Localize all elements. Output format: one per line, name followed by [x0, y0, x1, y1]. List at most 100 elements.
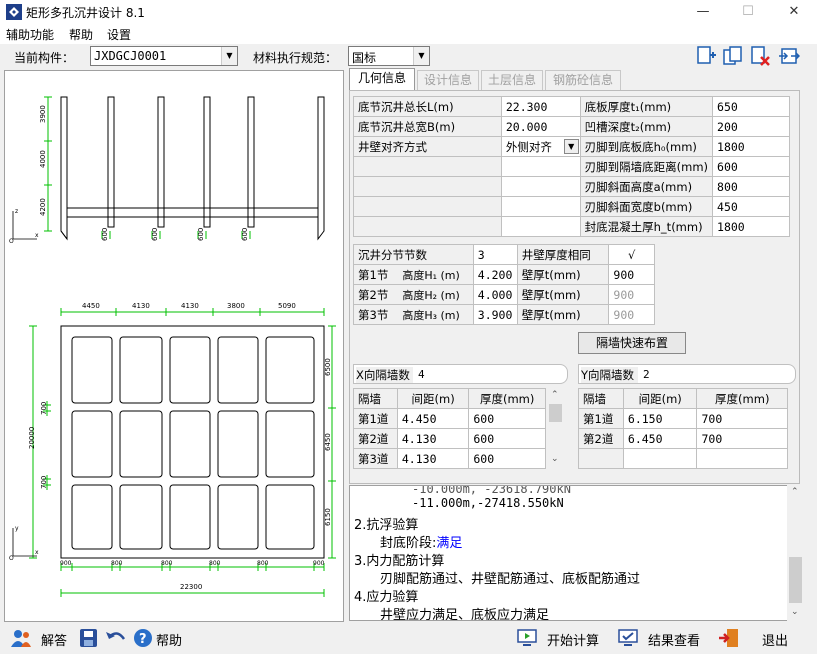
- wall-spacing[interactable]: 4.450: [396, 408, 470, 429]
- log-line-partial: -10.000m, -23618.790kN: [412, 485, 571, 496]
- result-log[interactable]: -10.000m, -23618.790kN -11.000m,-27418.5…: [349, 485, 804, 621]
- log-scrollbar[interactable]: ⌃ ⌄: [787, 485, 804, 621]
- geometry-param-value[interactable]: 600: [712, 156, 790, 177]
- scroll-thumb[interactable]: [549, 404, 562, 422]
- plan-bottom-dim-4: 800: [209, 560, 221, 567]
- app-logo-icon: [6, 4, 22, 20]
- wall-spacing[interactable]: 4.130: [396, 448, 470, 469]
- menu-help[interactable]: 帮助: [69, 26, 93, 43]
- tab-soil[interactable]: 土层信息: [481, 70, 543, 90]
- x-wall-count-input[interactable]: 4: [418, 368, 425, 381]
- section-height-input[interactable]: 4.200: [472, 264, 518, 285]
- geometry-param-value[interactable]: [500, 196, 581, 217]
- exit-icon[interactable]: [718, 628, 740, 648]
- alignment-select[interactable]: 外侧对齐 ▼: [500, 136, 581, 157]
- geometry-param-value[interactable]: 22.300: [500, 96, 581, 117]
- scroll-up-icon[interactable]: ⌃: [791, 487, 799, 497]
- component-select[interactable]: JXDGCJ0001 ▼: [90, 46, 238, 66]
- wall-spacing[interactable]: 6.450: [622, 428, 698, 449]
- same-thickness-check[interactable]: √: [608, 244, 655, 265]
- spec-value: 国标: [352, 51, 377, 65]
- section-count-value[interactable]: 3: [472, 244, 518, 265]
- view-results-button[interactable]: 结果查看: [648, 630, 700, 649]
- geometry-param-value[interactable]: 20.000: [500, 116, 581, 137]
- thickness-label: 壁厚t(mm): [516, 284, 610, 305]
- geometry-param-label: [353, 156, 502, 177]
- y-wall-count-input[interactable]: 2: [643, 368, 650, 381]
- menu-assist[interactable]: 辅助功能: [6, 26, 54, 43]
- scroll-down-icon[interactable]: ⌄: [551, 454, 559, 464]
- chevron-down-icon[interactable]: ▼: [563, 139, 579, 154]
- geometry-param-value[interactable]: 200: [712, 116, 790, 137]
- plan-top-dim-3: 4130: [181, 302, 199, 310]
- export-icon[interactable]: [778, 45, 800, 67]
- undo-icon[interactable]: [104, 628, 126, 648]
- section-name: 第3节 高度H₃ (m): [353, 304, 474, 325]
- scroll-down-icon[interactable]: ⌄: [791, 607, 799, 617]
- tab-design[interactable]: 设计信息: [417, 70, 479, 90]
- plan-top-dim-4: 3800: [227, 302, 245, 310]
- computer-icon[interactable]: [516, 628, 538, 648]
- geometry-param-value[interactable]: 800: [712, 176, 790, 197]
- minimize-button[interactable]: —: [680, 0, 726, 24]
- section-thickness-input: 900: [608, 284, 655, 305]
- wall-thickness[interactable]: 700: [696, 408, 788, 429]
- section-label: 第2节: [358, 287, 389, 302]
- exit-button[interactable]: 退出: [762, 630, 788, 649]
- wall-row: 第2道 6.450 700: [578, 428, 788, 449]
- log-line-4: 3.内力配筋计算: [354, 554, 445, 569]
- component-label: 当前构件：: [14, 51, 75, 65]
- svg-text:?: ?: [139, 632, 147, 647]
- svg-text:O: O: [9, 238, 14, 245]
- wall-thickness[interactable]: 600: [468, 428, 546, 449]
- spec-select[interactable]: 国标 ▼: [348, 46, 430, 66]
- geometry-param-value[interactable]: [500, 176, 581, 197]
- answer-button[interactable]: 解答: [41, 630, 67, 649]
- scroll-thumb[interactable]: [789, 557, 802, 603]
- close-button[interactable]: ✕: [771, 0, 817, 24]
- copy-page-icon[interactable]: [722, 45, 744, 67]
- plan-right-dim-3: 6150: [324, 508, 332, 526]
- help-icon[interactable]: ?: [132, 628, 154, 648]
- wall-thickness[interactable]: 600: [468, 408, 546, 429]
- wall-name: 第1道: [578, 408, 624, 429]
- geometry-param-value[interactable]: 1800: [712, 216, 790, 237]
- wall-spacing[interactable]: 4.130: [396, 428, 470, 449]
- check-monitor-icon[interactable]: [617, 628, 639, 648]
- wall-thickness[interactable]: 600: [468, 448, 546, 469]
- section-thickness-input[interactable]: 900: [608, 264, 655, 285]
- chevron-down-icon[interactable]: ▼: [221, 47, 237, 65]
- height-label: 高度H₂ (m): [402, 288, 460, 302]
- geometry-param-label: 刃脚到隔墙底距离(mm): [579, 156, 714, 177]
- section-height-input[interactable]: 4.000: [472, 284, 518, 305]
- maximize-button[interactable]: ☐: [725, 0, 771, 24]
- start-calc-button[interactable]: 开始计算: [547, 630, 599, 649]
- geometry-param-value[interactable]: 1800: [712, 136, 790, 157]
- quick-layout-button[interactable]: 隔墙快速布置: [578, 332, 686, 354]
- chevron-down-icon[interactable]: ▼: [413, 47, 429, 65]
- save-icon[interactable]: [78, 628, 100, 648]
- users-icon[interactable]: [10, 628, 32, 648]
- add-page-icon[interactable]: [695, 45, 717, 67]
- geometry-param-label: [353, 216, 502, 237]
- plan-left-inner-2: 700: [40, 476, 48, 489]
- wall-thickness[interactable]: 700: [696, 428, 788, 449]
- sections-table: 沉井分节节数 3 井壁厚度相同 √ 第1节 高度H₁ (m) 4.200 壁厚t(mm…: [353, 244, 655, 325]
- menu-settings[interactable]: 设置: [107, 26, 131, 43]
- geometry-table: 底节沉井总长L(m) 22.300 底板厚度t₁(mm) 650 底节沉井总宽B(m) 2…: [353, 96, 790, 237]
- wall-spacing[interactable]: 6.150: [622, 408, 698, 429]
- geometry-param-value[interactable]: 650: [712, 96, 790, 117]
- geometry-row: 封底混凝土厚h_t(mm) 1800: [353, 216, 790, 237]
- delete-page-icon[interactable]: [749, 45, 771, 67]
- svg-text:z: z: [15, 208, 18, 215]
- geometry-param-value[interactable]: 450: [712, 196, 790, 217]
- section-height-input[interactable]: 3.900: [472, 304, 518, 325]
- geometry-param-value[interactable]: [500, 156, 581, 177]
- geometry-param-value[interactable]: [500, 216, 581, 237]
- tab-geometry[interactable]: 几何信息: [349, 68, 415, 91]
- help-button[interactable]: 帮助: [156, 630, 182, 649]
- scroll-up-icon[interactable]: ⌃: [551, 390, 559, 400]
- svg-text:O: O: [9, 555, 14, 562]
- tab-rc[interactable]: 钢筋砼信息: [545, 70, 621, 90]
- x-wall-scrollbar[interactable]: ⌃ ⌄: [547, 388, 564, 468]
